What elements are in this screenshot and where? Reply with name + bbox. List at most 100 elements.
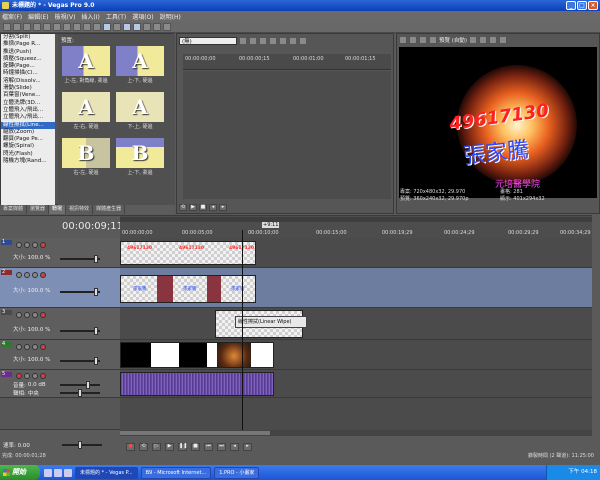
paste-icon[interactable]: [73, 22, 81, 31]
list-item[interactable]: 閃光(Flash): [1, 151, 55, 158]
taskbar-button[interactable]: 1.PRO - 小畫家: [214, 466, 260, 479]
trimmer-dropdown[interactable]: (無): [179, 37, 237, 45]
preset-thumb[interactable]: A 下-上, 硬邊: [114, 92, 166, 132]
menu-edit[interactable]: 編輯(E): [28, 12, 48, 21]
ignore-grouping-icon[interactable]: [153, 22, 161, 31]
normal-edit-tool-icon[interactable]: [103, 22, 111, 31]
video-clip[interactable]: 49617130 49617130 49617130: [120, 241, 256, 265]
volume-slider[interactable]: [60, 381, 100, 389]
menu-help[interactable]: 說明(H): [160, 12, 181, 21]
transition-label[interactable]: 線性擦拭(Linear Wipe): [235, 316, 307, 328]
fx-icon[interactable]: [24, 344, 30, 350]
list-item[interactable]: 立體洗牌(3D...: [1, 100, 55, 107]
trimmer-tool-icon[interactable]: [259, 37, 267, 45]
list-item[interactable]: 溶解(Dissolv...: [1, 78, 55, 85]
track-header[interactable]: 3 大小: 100.0 %: [0, 308, 120, 340]
fx-icon[interactable]: [24, 312, 30, 318]
list-item[interactable]: 時鐘掃描(Cl...: [1, 70, 55, 77]
audio-clip[interactable]: [120, 372, 274, 396]
save-snapshot-icon[interactable]: [499, 36, 508, 44]
render-icon[interactable]: [43, 22, 51, 31]
list-item[interactable]: 推送(Push): [1, 49, 55, 56]
prev-frame-icon[interactable]: ◂: [209, 204, 217, 211]
arm-record-icon[interactable]: [16, 373, 22, 379]
menu-options[interactable]: 選項(O): [132, 12, 153, 21]
redo-icon[interactable]: [93, 22, 101, 31]
video-lane[interactable]: 線性擦拭(Linear Wipe): [120, 308, 592, 340]
preview-quality[interactable]: 預覽 (自動): [439, 36, 467, 44]
mute-icon[interactable]: [32, 373, 38, 379]
go-start-icon[interactable]: ⏮: [204, 443, 213, 451]
auto-ripple-icon[interactable]: [123, 22, 131, 31]
fx-icon[interactable]: [24, 242, 30, 248]
next-frame-icon[interactable]: ▸: [243, 443, 252, 451]
grid-icon[interactable]: [469, 36, 478, 44]
preview-tool-icon[interactable]: [399, 36, 407, 44]
preset-thumb[interactable]: A 左-右, 硬邊: [60, 92, 112, 132]
level-slider[interactable]: [60, 357, 100, 365]
trimmer-tool-icon[interactable]: [279, 37, 287, 45]
preview-tool-icon[interactable]: [419, 36, 427, 44]
mute-icon[interactable]: [32, 242, 38, 248]
level-slider[interactable]: [60, 327, 100, 335]
loop-icon[interactable]: ⟲: [139, 443, 148, 451]
list-item[interactable]: 立體飛入/飛出...: [1, 114, 55, 121]
taskbar-button[interactable]: B9 - Microsoft Internet...: [140, 466, 212, 479]
snap-icon[interactable]: [133, 22, 141, 31]
preset-thumb[interactable]: A 上-下, 硬邊: [114, 46, 166, 86]
preset-thumb[interactable]: B 上-下, 柔邊: [114, 138, 166, 178]
play-icon[interactable]: ▶: [165, 443, 174, 451]
motion-icon[interactable]: [16, 242, 22, 248]
mute-icon[interactable]: [32, 344, 38, 350]
preset-thumb[interactable]: A 上-左, 對角線, 柔邊: [60, 46, 112, 86]
pan-slider[interactable]: [60, 389, 100, 397]
trimmer-tool-icon[interactable]: [249, 37, 257, 45]
record-icon[interactable]: ●: [126, 443, 135, 451]
new-icon[interactable]: [3, 22, 11, 31]
list-item[interactable]: 百葉窗(Vene...: [1, 92, 55, 99]
mute-icon[interactable]: [32, 312, 38, 318]
timeline-ruler[interactable]: +9:11 00:00:00;00 00:00:05;00 00:00:10;0…: [120, 215, 592, 238]
mute-icon[interactable]: [32, 272, 38, 278]
trimmer-tool-icon[interactable]: [289, 37, 297, 45]
help-icon[interactable]: [163, 22, 171, 31]
level-slider[interactable]: [60, 255, 100, 263]
tab-transitions[interactable]: 轉場: [49, 205, 67, 214]
taskbar-button[interactable]: 未標題的 * - Vegas P...: [75, 466, 138, 479]
video-lane[interactable]: 張家騰 張家騰 張家騰: [120, 268, 592, 308]
media-icon[interactable]: [64, 468, 72, 477]
motion-icon[interactable]: [16, 312, 22, 318]
cut-icon[interactable]: [53, 22, 61, 31]
envelope-tool-icon[interactable]: [113, 22, 121, 31]
menu-insert[interactable]: 插入(I): [81, 12, 99, 21]
pause-icon[interactable]: ❚❚: [178, 443, 187, 451]
video-lane[interactable]: [120, 340, 592, 370]
start-button[interactable]: 開始: [0, 465, 40, 480]
track-header[interactable]: 2 大小: 100.0 %: [0, 268, 120, 308]
copy-icon[interactable]: [63, 22, 71, 31]
rate-slider[interactable]: [62, 441, 102, 449]
preview-screen[interactable]: 49617130 張家騰 元培醫學院: [399, 47, 597, 198]
tab-media-generators[interactable]: 媒體產生器: [93, 205, 126, 214]
play-from-start-icon[interactable]: ▷: [152, 443, 161, 451]
copy-snapshot-icon[interactable]: [489, 36, 498, 44]
timeline[interactable]: 49617130 49617130 49617130 張家騰 張家騰 張家騰 線…: [120, 238, 592, 430]
list-item[interactable]: 隨機方塊(Rand...: [1, 158, 55, 165]
track-header[interactable]: 1 大小: 100.0 %: [0, 238, 120, 268]
stop-icon[interactable]: ■: [199, 204, 207, 211]
tab-project-media[interactable]: 專案媒體: [0, 205, 28, 214]
play-icon[interactable]: ▶: [189, 204, 197, 211]
fx-icon[interactable]: [24, 373, 30, 379]
motion-icon[interactable]: [16, 272, 22, 278]
desktop-icon[interactable]: [54, 468, 62, 477]
solo-icon[interactable]: [40, 312, 46, 318]
lock-envelopes-icon[interactable]: [143, 22, 151, 31]
tab-video-fx[interactable]: 視訊特效: [66, 205, 94, 214]
menu-file[interactable]: 檔案(F): [2, 12, 22, 21]
maximize-button[interactable]: □: [577, 1, 587, 10]
audio-track-header[interactable]: 5 音量: 0.0 dB 聲相: 中央: [0, 370, 120, 398]
ie-icon[interactable]: [44, 468, 52, 477]
solo-icon[interactable]: [40, 344, 46, 350]
properties-icon[interactable]: [33, 22, 41, 31]
video-lane[interactable]: 49617130 49617130 49617130: [120, 238, 592, 268]
